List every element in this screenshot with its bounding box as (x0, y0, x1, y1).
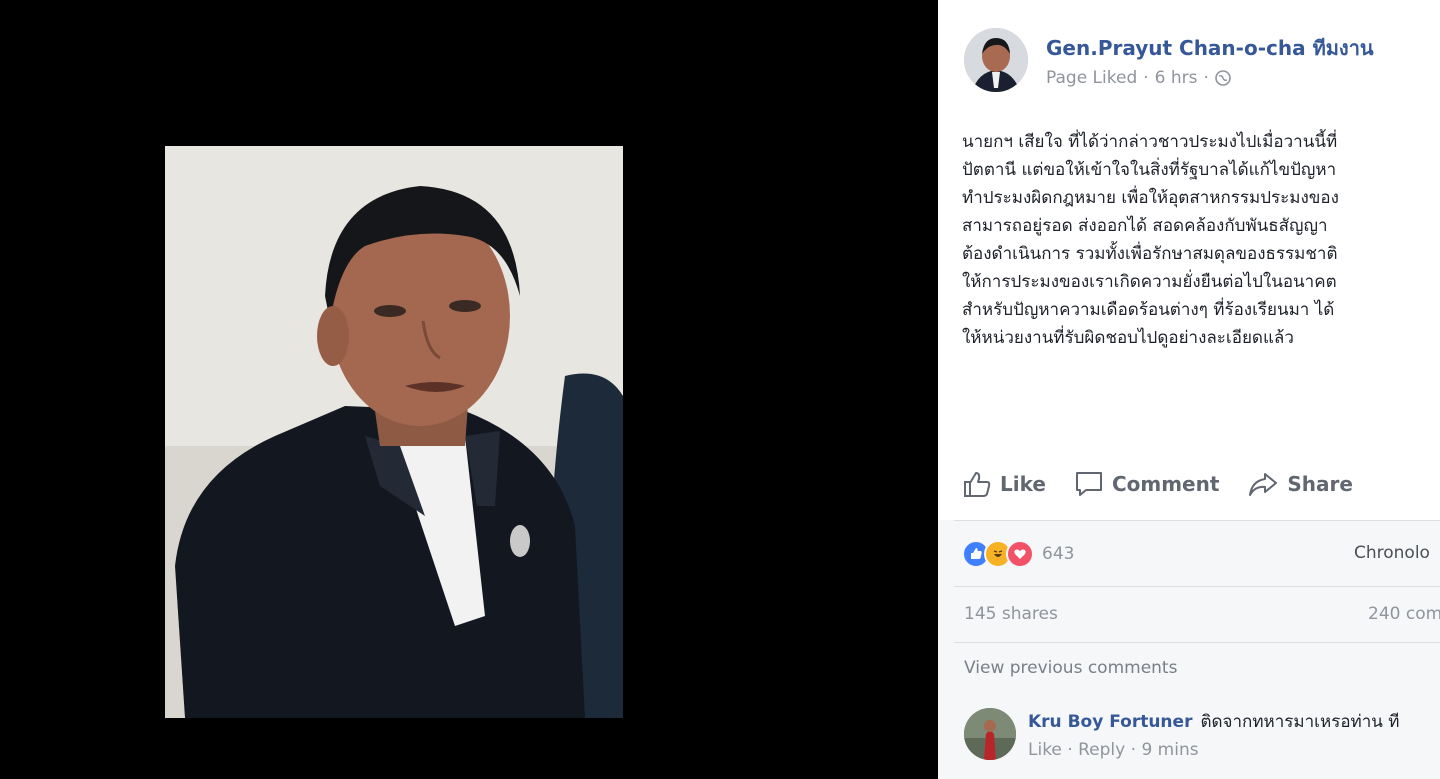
post-text-line: ปัตตานี แต่ขอให้เข้าใจในสิ่งที่รัฐบาลได้… (962, 160, 1337, 180)
post-text-line: ให้หน่วยงานที่รับผิดชอบไปดูอย่างละเอียดแ… (962, 328, 1294, 348)
comment-action-separator: · (1067, 740, 1073, 760)
share-label: Share (1287, 472, 1353, 496)
comment-reply-link[interactable]: Reply (1078, 740, 1125, 760)
page-avatar[interactable] (964, 28, 1028, 92)
comment-actions: Like · Reply · 9 mins (1028, 740, 1199, 760)
reaction-count: 643 (1042, 544, 1075, 564)
post-text-line: ต้องดำเนินการ รวมทั้งเพื่อรักษาสมดุลของธ… (962, 244, 1338, 264)
comment-button[interactable]: Comment (1074, 470, 1219, 498)
thumbs-up-icon (962, 470, 992, 498)
commenter-avatar[interactable] (964, 708, 1016, 760)
post-action-bar: Like Comment Share (962, 470, 1353, 498)
post-text-line: ทำประมงผิดกฎหมาย เพื่อให้อุตสาหกรรมประมง… (962, 188, 1339, 208)
post-text-line: สำหรับปัญหาความเดือดร้อนต่างๆ ที่ร้องเรี… (962, 300, 1335, 320)
page-name-link[interactable]: Gen.Prayut Chan-o-cha ทีมงาน (1046, 32, 1374, 64)
comment-author-link[interactable]: Kru Boy Fortuner (1028, 712, 1192, 732)
share-arrow-icon (1247, 470, 1279, 498)
like-label: Like (1000, 472, 1046, 496)
comments-count-link[interactable]: 240 com (1368, 604, 1440, 624)
like-button[interactable]: Like (962, 470, 1046, 498)
post-text-line: ให้การประมงของเราเกิดความยั่งยืนต่อไปในอ… (962, 272, 1337, 292)
divider (954, 586, 1440, 587)
divider (954, 520, 1440, 521)
page-liked-status[interactable]: Page Liked (1046, 68, 1137, 88)
post-meta: Page Liked · 6 hrs · (1046, 68, 1231, 88)
photo-viewer (0, 0, 938, 779)
post-timestamp[interactable]: 6 hrs (1155, 68, 1198, 88)
comment-action-separator: · (1130, 740, 1137, 760)
comment-timestamp[interactable]: 9 mins (1141, 740, 1198, 760)
post-text-line: สามารถอยู่รอด ส่งออกได้ สอดคล้องกับพันธส… (962, 216, 1328, 236)
post-body-text: นายกฯ เสียใจ ที่ได้ว่ากล่าวชาวประมงไปเมื… (962, 128, 1440, 352)
comment-like-link[interactable]: Like (1028, 740, 1062, 760)
share-button[interactable]: Share (1247, 470, 1353, 498)
post-panel: Gen.Prayut Chan-o-cha ทีมงาน Page Liked … (938, 0, 1440, 779)
view-previous-comments-link[interactable]: View previous comments (964, 658, 1177, 678)
comment-item: Kru Boy Fortuner ติดจากทหารมาเหรอท่าน ที (1028, 708, 1400, 735)
love-reaction-icon (1006, 540, 1034, 568)
comment-bubble-icon (1074, 470, 1104, 498)
comment-sort-dropdown[interactable]: Chronolo (1354, 543, 1430, 563)
meta-separator: · (1203, 68, 1209, 88)
meta-separator: · (1143, 68, 1149, 88)
reactions-summary[interactable]: 643 (962, 540, 1074, 568)
shares-count-link[interactable]: 145 shares (964, 604, 1058, 624)
post-photo[interactable] (165, 146, 623, 718)
globe-icon (1215, 70, 1231, 86)
comment-text: ติดจากทหารมาเหรอท่าน ที (1200, 712, 1400, 732)
post-text-line: นายกฯ เสียใจ ที่ได้ว่ากล่าวชาวประมงไปเมื… (962, 132, 1338, 152)
comment-label: Comment (1111, 472, 1220, 496)
divider (954, 642, 1440, 643)
